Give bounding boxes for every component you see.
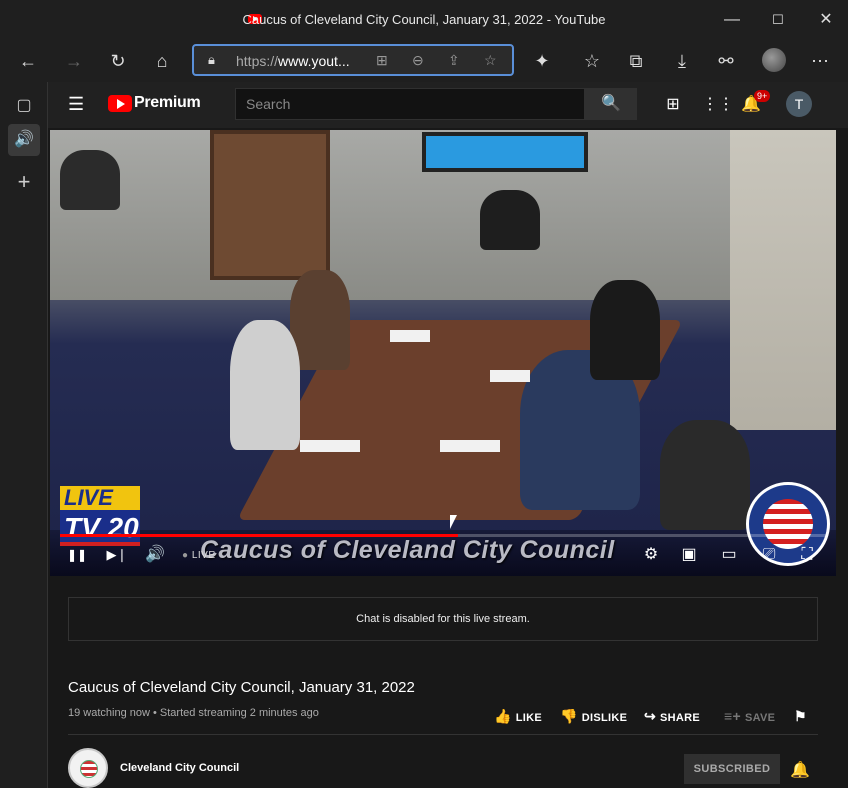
next-button[interactable]: ▶❘ <box>106 544 128 566</box>
url-text[interactable]: https://www.yout... <box>236 53 350 69</box>
video-paper <box>490 370 530 382</box>
live-tv20-logo: LIVE TV 20 <box>60 486 140 552</box>
back-button[interactable]: ← <box>16 49 40 73</box>
save-button[interactable]: ≡+ SAVE <box>724 708 775 724</box>
pause-button[interactable]: ❚❚ <box>66 544 88 566</box>
notification-badge: 9+ <box>754 90 771 102</box>
video-person <box>590 280 660 380</box>
video-meta: 19 watching now • Started streaming 2 mi… <box>68 707 319 719</box>
share-page-icon[interactable]: ⇪ <box>448 52 460 69</box>
settings-more-button[interactable]: ⋯ <box>808 49 832 73</box>
like-button[interactable]: 👍 LIKE <box>494 708 542 725</box>
downloads-button[interactable]: ⤓ <box>670 49 694 73</box>
video-paper <box>390 330 430 342</box>
video-person <box>60 150 120 210</box>
live-indicator[interactable]: ● LIVE <box>182 550 216 561</box>
video-paper <box>440 440 500 452</box>
video-scene-tv <box>422 132 588 172</box>
search-box[interactable] <box>235 88 585 120</box>
theater-mode-button[interactable]: ▭ <box>718 544 740 566</box>
app-available-icon[interactable]: ⊞ <box>376 52 388 69</box>
tab-audio-icon[interactable]: 🔊 <box>8 124 40 156</box>
profile-avatar[interactable] <box>762 48 786 72</box>
extensions-button[interactable]: ✦ <box>530 49 554 73</box>
cast-button[interactable]: ⎚ <box>758 544 780 566</box>
video-paper <box>300 440 360 452</box>
video-scene-door <box>210 130 330 280</box>
save-playlist-icon: ≡+ <box>724 708 741 724</box>
report-button[interactable]: ⚑ <box>794 708 811 725</box>
home-button[interactable]: ⌂ <box>150 49 174 73</box>
settings-gear-icon[interactable]: ⚙ <box>640 544 662 566</box>
thumbs-down-icon: 👎 <box>560 708 578 724</box>
flag-icon: ⚑ <box>794 708 807 724</box>
share-icon: ↪ <box>644 708 657 724</box>
video-person <box>480 190 540 250</box>
video-progress-bar[interactable] <box>60 534 826 537</box>
address-bar[interactable]: 🔒︎ https://www.yout... ⊞ ⊖ ⇪ ☆ <box>192 44 514 76</box>
video-title: Caucus of Cleveland City Council, Januar… <box>68 679 415 696</box>
channel-name[interactable]: Cleveland City Council <box>120 762 239 774</box>
share-button[interactable]: ↪ SHARE <box>644 708 700 725</box>
tab-actions-icon[interactable]: ▢ <box>8 90 40 122</box>
miniplayer-button[interactable]: ▣ <box>678 544 700 566</box>
volume-button[interactable]: 🔊 <box>144 544 166 566</box>
collections-button[interactable]: ⧉ <box>624 49 648 73</box>
thumbs-up-icon: 👍 <box>494 708 512 724</box>
video-person <box>290 270 350 370</box>
minimize-button[interactable]: — <box>720 8 744 32</box>
video-person <box>660 420 750 530</box>
search-icon: 🔍 <box>601 95 621 112</box>
feedback-icon[interactable]: ⚯ <box>714 49 738 73</box>
youtube-header: ☰ Premium 🔍 ⊞ ⋮⋮ 🔔 9+ T <box>48 82 848 128</box>
video-scene-window-wall <box>730 130 836 430</box>
browser-sidebar: ▢ 🔊 + <box>0 82 48 788</box>
youtube-page: ☰ Premium 🔍 ⊞ ⋮⋮ 🔔 9+ T Caucus of Clevel… <box>48 82 848 788</box>
progress-fill <box>60 534 459 537</box>
refresh-button[interactable]: ↻ <box>106 49 130 73</box>
apps-icon[interactable]: ⋮⋮ <box>702 94 734 116</box>
browser-toolbar: ← → ↻ ⌂ 🔒︎ https://www.yout... ⊞ ⊖ ⇪ ☆ ✦… <box>0 40 848 82</box>
youtube-logo-icon[interactable] <box>108 95 132 112</box>
close-window-button[interactable]: ✕ <box>814 8 838 32</box>
youtube-premium-label[interactable]: Premium <box>134 94 201 112</box>
subscribe-button[interactable]: SUBSCRIBED <box>684 754 780 784</box>
channel-bell-icon[interactable]: 🔔 <box>790 760 810 780</box>
video-player[interactable]: Caucus of Cleveland City Council LIVE TV… <box>50 130 836 576</box>
user-avatar[interactable]: T <box>786 91 812 117</box>
create-video-icon[interactable]: ⊞ <box>662 94 684 116</box>
fullscreen-button[interactable]: ⛶ <box>796 544 818 566</box>
new-tab-button[interactable]: + <box>8 166 40 198</box>
search-input[interactable] <box>236 89 584 119</box>
search-button[interactable]: 🔍 <box>585 88 637 120</box>
dislike-button[interactable]: 👎 DISLIKE <box>560 708 627 725</box>
video-person <box>230 320 300 450</box>
window-titlebar: Caucus of Cleveland City Council, Januar… <box>0 0 848 40</box>
add-favorite-icon[interactable]: ☆ <box>484 52 497 69</box>
divider <box>68 734 818 735</box>
video-overlay-title: Caucus of Cleveland City Council <box>200 536 615 564</box>
forward-button[interactable]: → <box>62 49 86 73</box>
lock-icon: 🔒︎ <box>208 52 215 67</box>
menu-icon[interactable]: ☰ <box>68 94 88 114</box>
mouse-cursor-icon <box>450 515 457 529</box>
zoom-icon[interactable]: ⊖ <box>412 52 424 69</box>
favorites-button[interactable]: ☆ <box>580 49 604 73</box>
maximize-button[interactable]: ☐ <box>766 8 790 32</box>
channel-avatar[interactable] <box>68 748 108 788</box>
chat-disabled-notice: Chat is disabled for this live stream. <box>68 597 818 641</box>
